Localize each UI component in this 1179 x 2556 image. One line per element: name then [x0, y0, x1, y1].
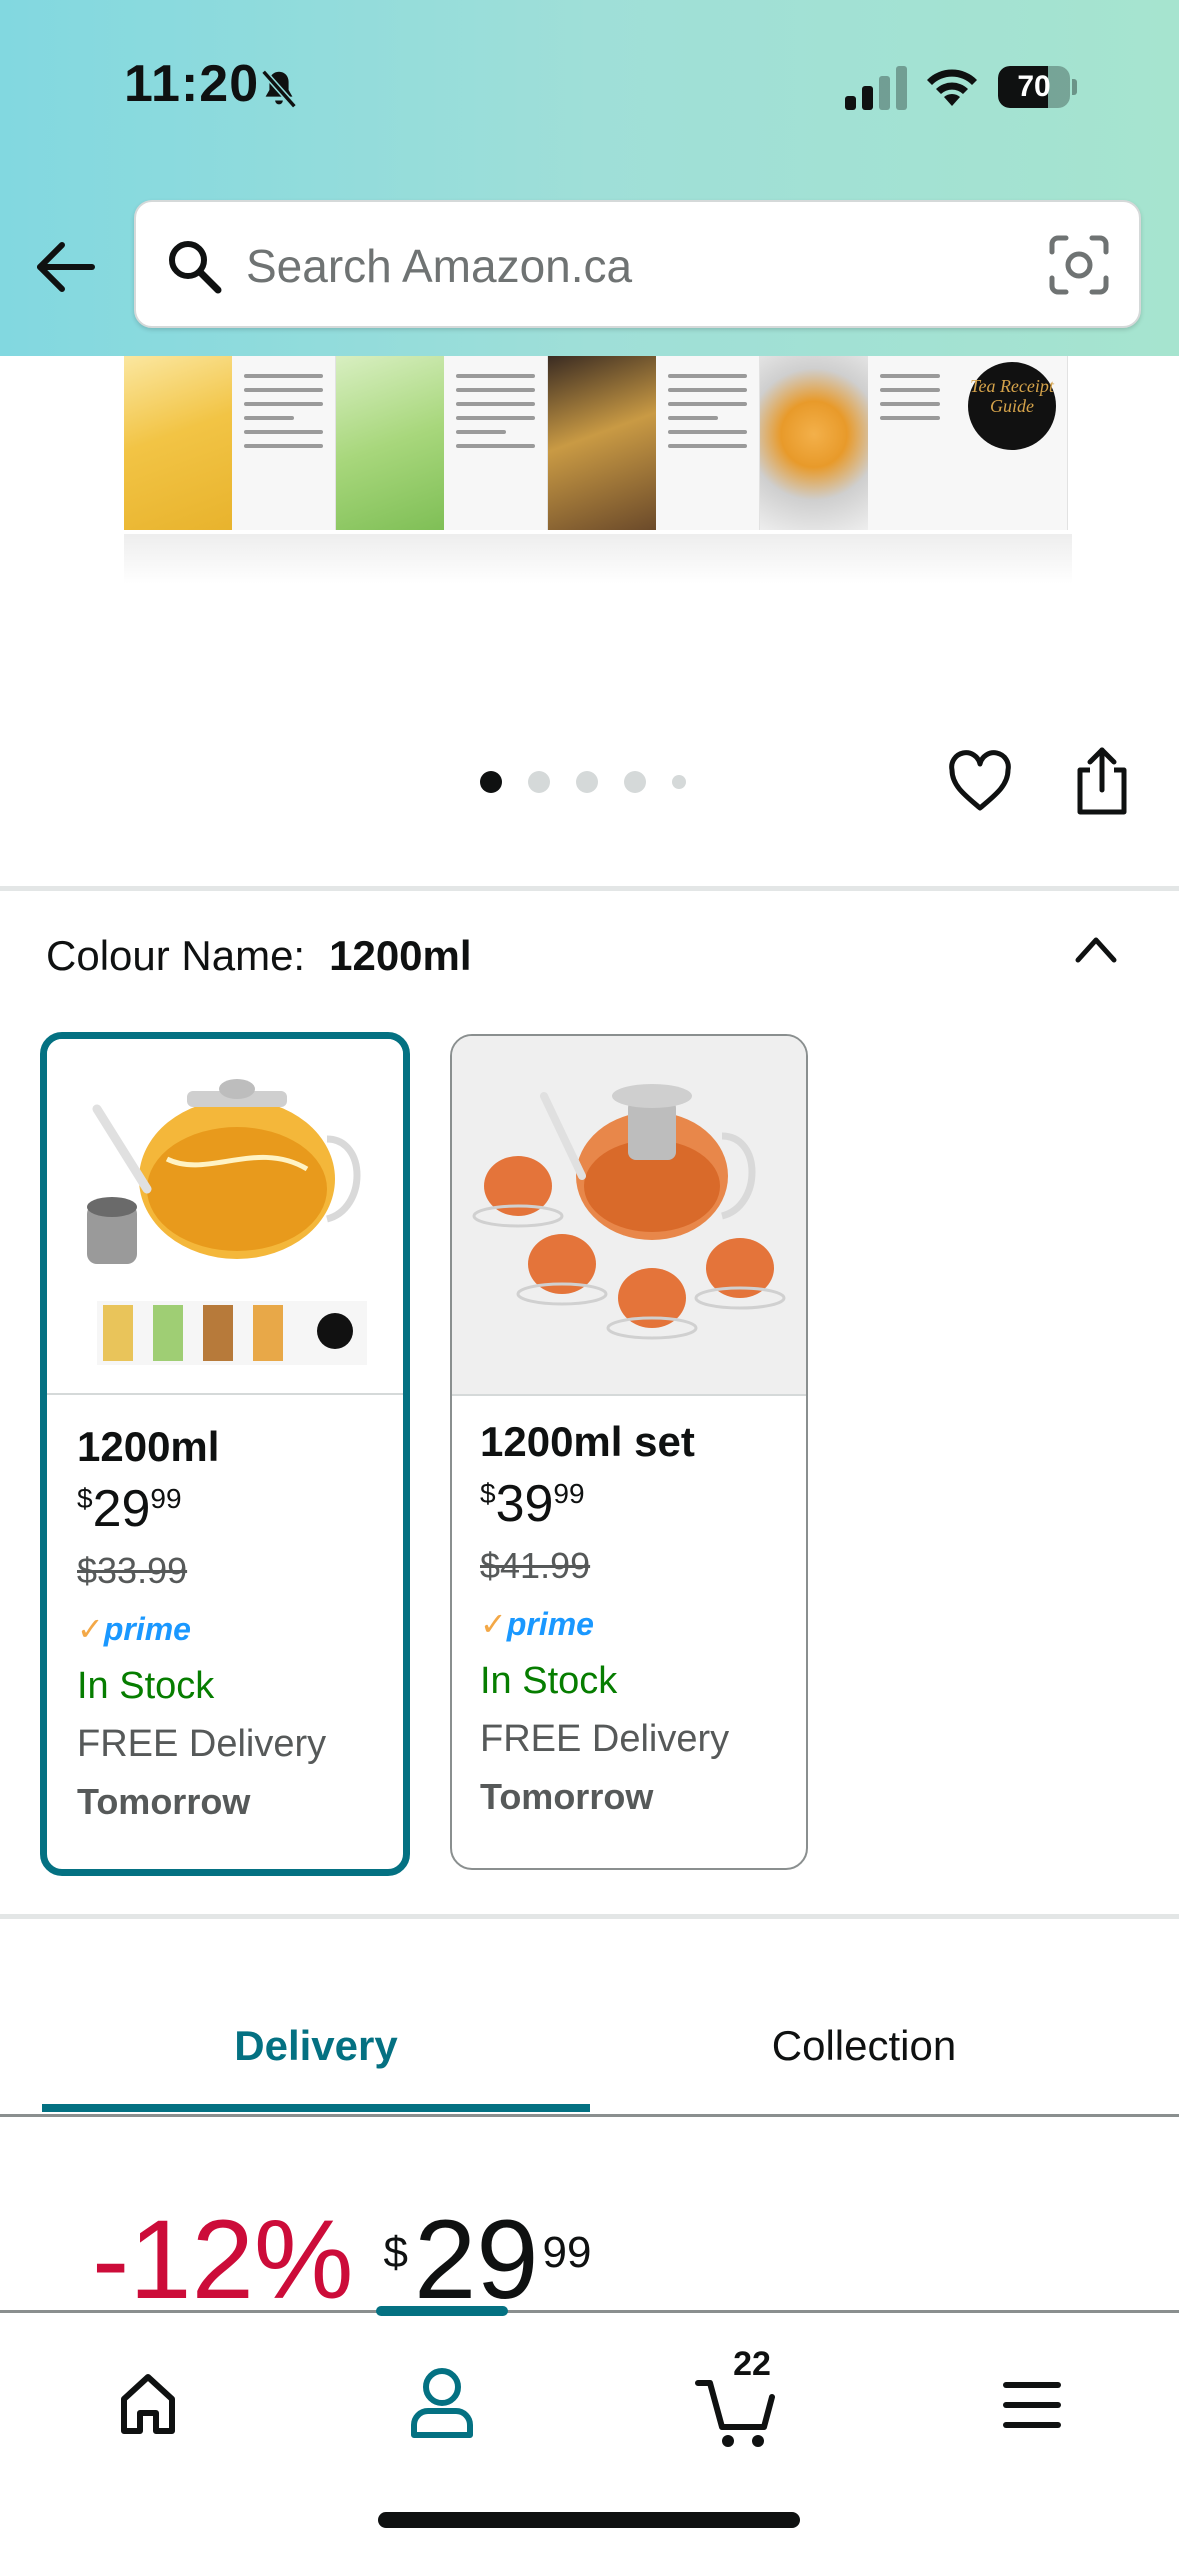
tab-active-underline [42, 2104, 590, 2112]
gallery-dot[interactable] [528, 771, 550, 793]
home-icon[interactable] [88, 2353, 208, 2453]
search-input[interactable] [246, 226, 1026, 306]
camera-lens-icon[interactable] [1048, 234, 1110, 296]
teapot-set-image [472, 1084, 786, 1340]
variant-name: 1200ml set [480, 1418, 695, 1465]
variant-info: 1200ml set $3999 $41.99 ✓prime In Stock … [480, 1412, 786, 1826]
delivery-date: Tomorrow [77, 1781, 251, 1822]
product-image-gallery[interactable]: Tea Receipt Guide [0, 356, 1179, 876]
prime-badge: ✓prime [77, 1611, 191, 1647]
delivery-text: FREE Delivery [480, 1718, 730, 1760]
variant-old-price: $41.99 [480, 1545, 591, 1586]
variant-price: $3999 [480, 1475, 585, 1533]
bell-muted-icon [261, 69, 297, 109]
teapot-image [87, 1079, 367, 1365]
price-fraction: 99 [542, 2228, 592, 2277]
variant-price: $2999 [77, 1480, 182, 1538]
variant-info: 1200ml $2999 $33.99 ✓prime In Stock FREE… [77, 1417, 383, 1831]
delivery-date: Tomorrow [480, 1776, 654, 1817]
discount-percent: -12% [92, 2197, 354, 2322]
cart-count: 22 [733, 2345, 771, 2383]
account-icon[interactable] [382, 2353, 502, 2453]
section-divider [0, 1914, 1179, 1919]
chevron-up-icon[interactable] [1072, 930, 1120, 966]
back-arrow-icon[interactable] [34, 236, 96, 298]
variant-name: 1200ml [77, 1423, 220, 1470]
battery-indicator: 70 [998, 66, 1077, 108]
tab-collection[interactable]: Collection [590, 1996, 1138, 2116]
prime-badge: ✓prime [480, 1606, 594, 1642]
tab-delivery[interactable]: Delivery [42, 1996, 590, 2116]
gallery-dot[interactable] [480, 771, 502, 793]
cart-button[interactable]: 22 [676, 2345, 796, 2453]
delivery-text: FREE Delivery [77, 1723, 327, 1765]
price-whole: 29 [413, 2197, 539, 2322]
cellular-signal-icon [845, 66, 907, 110]
price-block: -12% $ 29 99 [92, 2200, 591, 2320]
search-bar[interactable] [134, 200, 1141, 328]
home-indicator [378, 2512, 800, 2528]
nav-active-indicator [376, 2306, 508, 2316]
status-time: 11:20 [124, 55, 260, 113]
heart-icon[interactable] [946, 748, 1014, 816]
variant-option-1200ml[interactable]: 1200ml $2999 $33.99 ✓prime In Stock FREE… [40, 1032, 410, 1876]
colour-label-text: Colour Name: [46, 932, 306, 979]
gallery-dot[interactable] [672, 775, 686, 789]
section-divider [0, 886, 1179, 891]
gallery-pagination [480, 770, 686, 794]
price-currency: $ [383, 2228, 408, 2277]
variant-old-price: $33.99 [77, 1550, 188, 1591]
tea-guide-badge: Tea Receipt Guide [968, 362, 1056, 450]
variant-image [47, 1039, 403, 1395]
share-icon[interactable] [1070, 744, 1134, 816]
variant-image [452, 1036, 806, 1396]
stock-status: In Stock [480, 1660, 618, 1702]
colour-name-label: Colour Name: 1200ml [46, 932, 472, 980]
header: 11:20 70 [0, 0, 1179, 356]
battery-percent: 70 [1017, 70, 1051, 103]
colour-selected-value: 1200ml [329, 932, 472, 979]
variant-option-1200ml-set[interactable]: 1200ml set $3999 $41.99 ✓prime In Stock … [450, 1034, 808, 1870]
gallery-dot[interactable] [624, 771, 646, 793]
fulfilment-tabs: Delivery Collection [0, 1996, 1179, 2117]
menu-icon[interactable] [972, 2353, 1092, 2453]
wifi-icon [927, 69, 977, 106]
stock-status: In Stock [77, 1665, 215, 1707]
search-icon [169, 241, 222, 294]
gallery-dot[interactable] [576, 771, 598, 793]
current-price: $ 29 99 [383, 2200, 591, 2320]
tab-border [0, 2114, 1179, 2117]
